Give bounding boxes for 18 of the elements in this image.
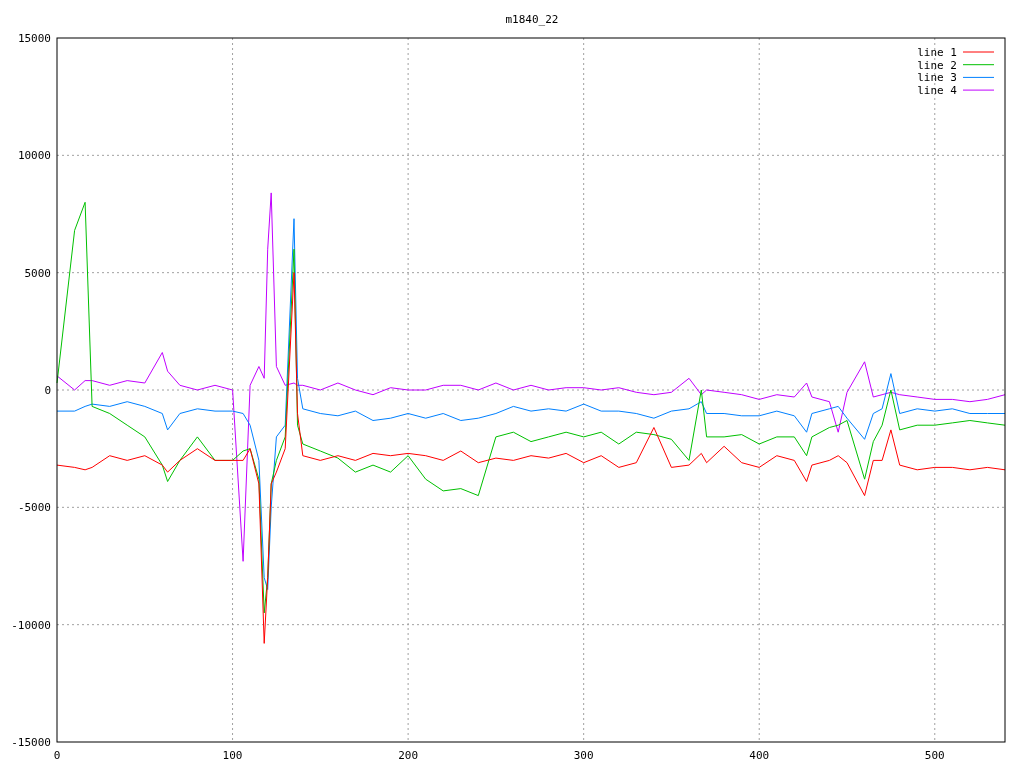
legend-label: line 3 (917, 71, 957, 85)
x-tick-label: 0 (53, 749, 61, 762)
y-tick-label: 0 (44, 384, 51, 397)
y-tick-label: 10000 (17, 149, 51, 163)
y-tick-label: -5000 (17, 501, 51, 515)
x-tick-label: 500 (924, 749, 945, 762)
x-tick-label: 400 (749, 749, 770, 762)
x-tick-label: 100 (222, 749, 243, 762)
y-tick-label: 5000 (24, 266, 51, 280)
legend-label: line 1 (917, 46, 957, 59)
y-tick-label: -10000 (11, 618, 51, 632)
x-tick-label: 200 (398, 749, 419, 762)
x-tick-label: 300 (573, 749, 594, 762)
legend-label: line 4 (917, 84, 957, 98)
legend-label: line 2 (917, 58, 957, 72)
y-tick-label: -15000 (11, 736, 51, 749)
y-tick-label: 15000 (17, 32, 51, 45)
chart-title: m1840_22 (505, 13, 559, 26)
